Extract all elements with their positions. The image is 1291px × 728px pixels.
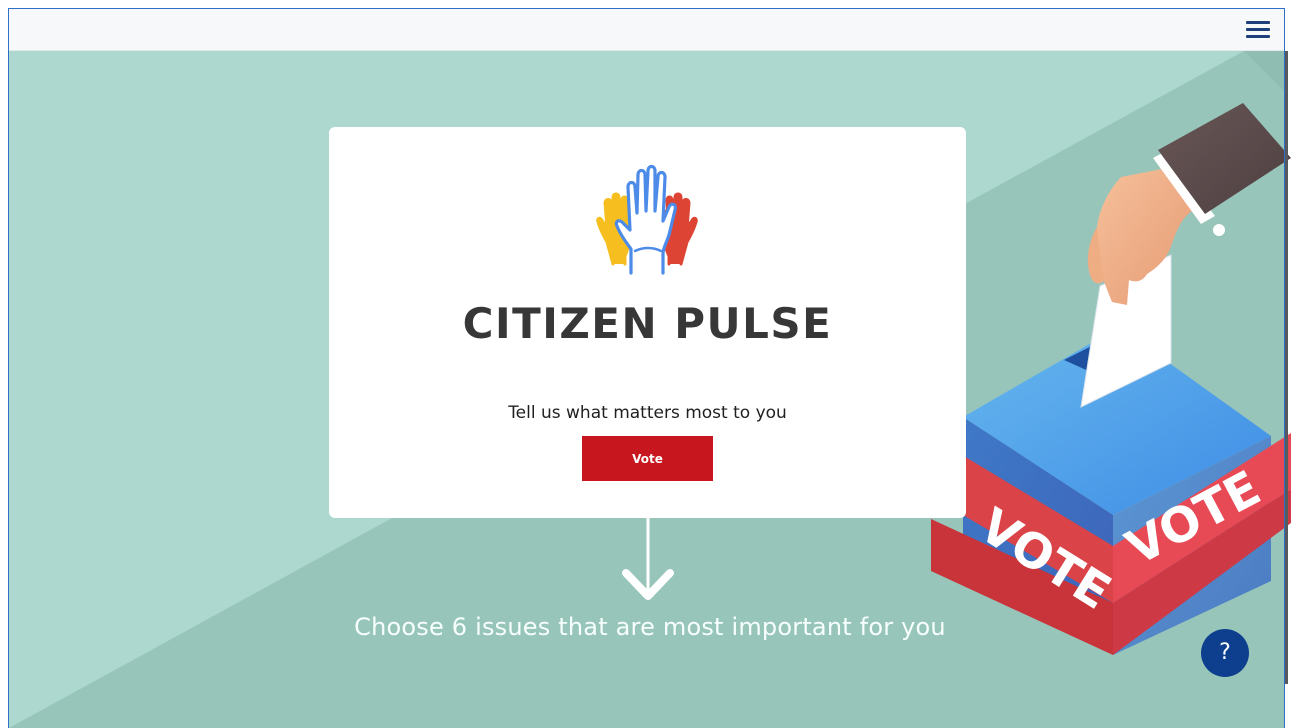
welcome-card: CITIZEN PULSE Tell us what matters most … xyxy=(329,127,966,518)
menu-line xyxy=(1246,35,1270,38)
issues-instruction: Choose 6 issues that are most important … xyxy=(354,613,946,641)
top-navbar xyxy=(9,9,1284,51)
ballot-box-illustration: VOTE VOTE xyxy=(931,103,1291,655)
menu-line xyxy=(1246,28,1270,31)
page-title: CITIZEN PULSE xyxy=(462,299,833,348)
raised-hands-icon xyxy=(596,164,698,275)
page-scrollbar[interactable] xyxy=(1284,51,1288,684)
app-frame: CITIZEN PULSE Tell us what matters most … xyxy=(0,0,1291,728)
hamburger-menu-icon[interactable] xyxy=(1246,20,1270,40)
help-button[interactable]: ? xyxy=(1201,629,1249,677)
menu-line xyxy=(1246,21,1270,24)
hero-subtitle: Tell us what matters most to you xyxy=(508,403,787,423)
vote-button[interactable]: Vote xyxy=(582,436,713,481)
arrow-down-icon xyxy=(622,518,674,600)
